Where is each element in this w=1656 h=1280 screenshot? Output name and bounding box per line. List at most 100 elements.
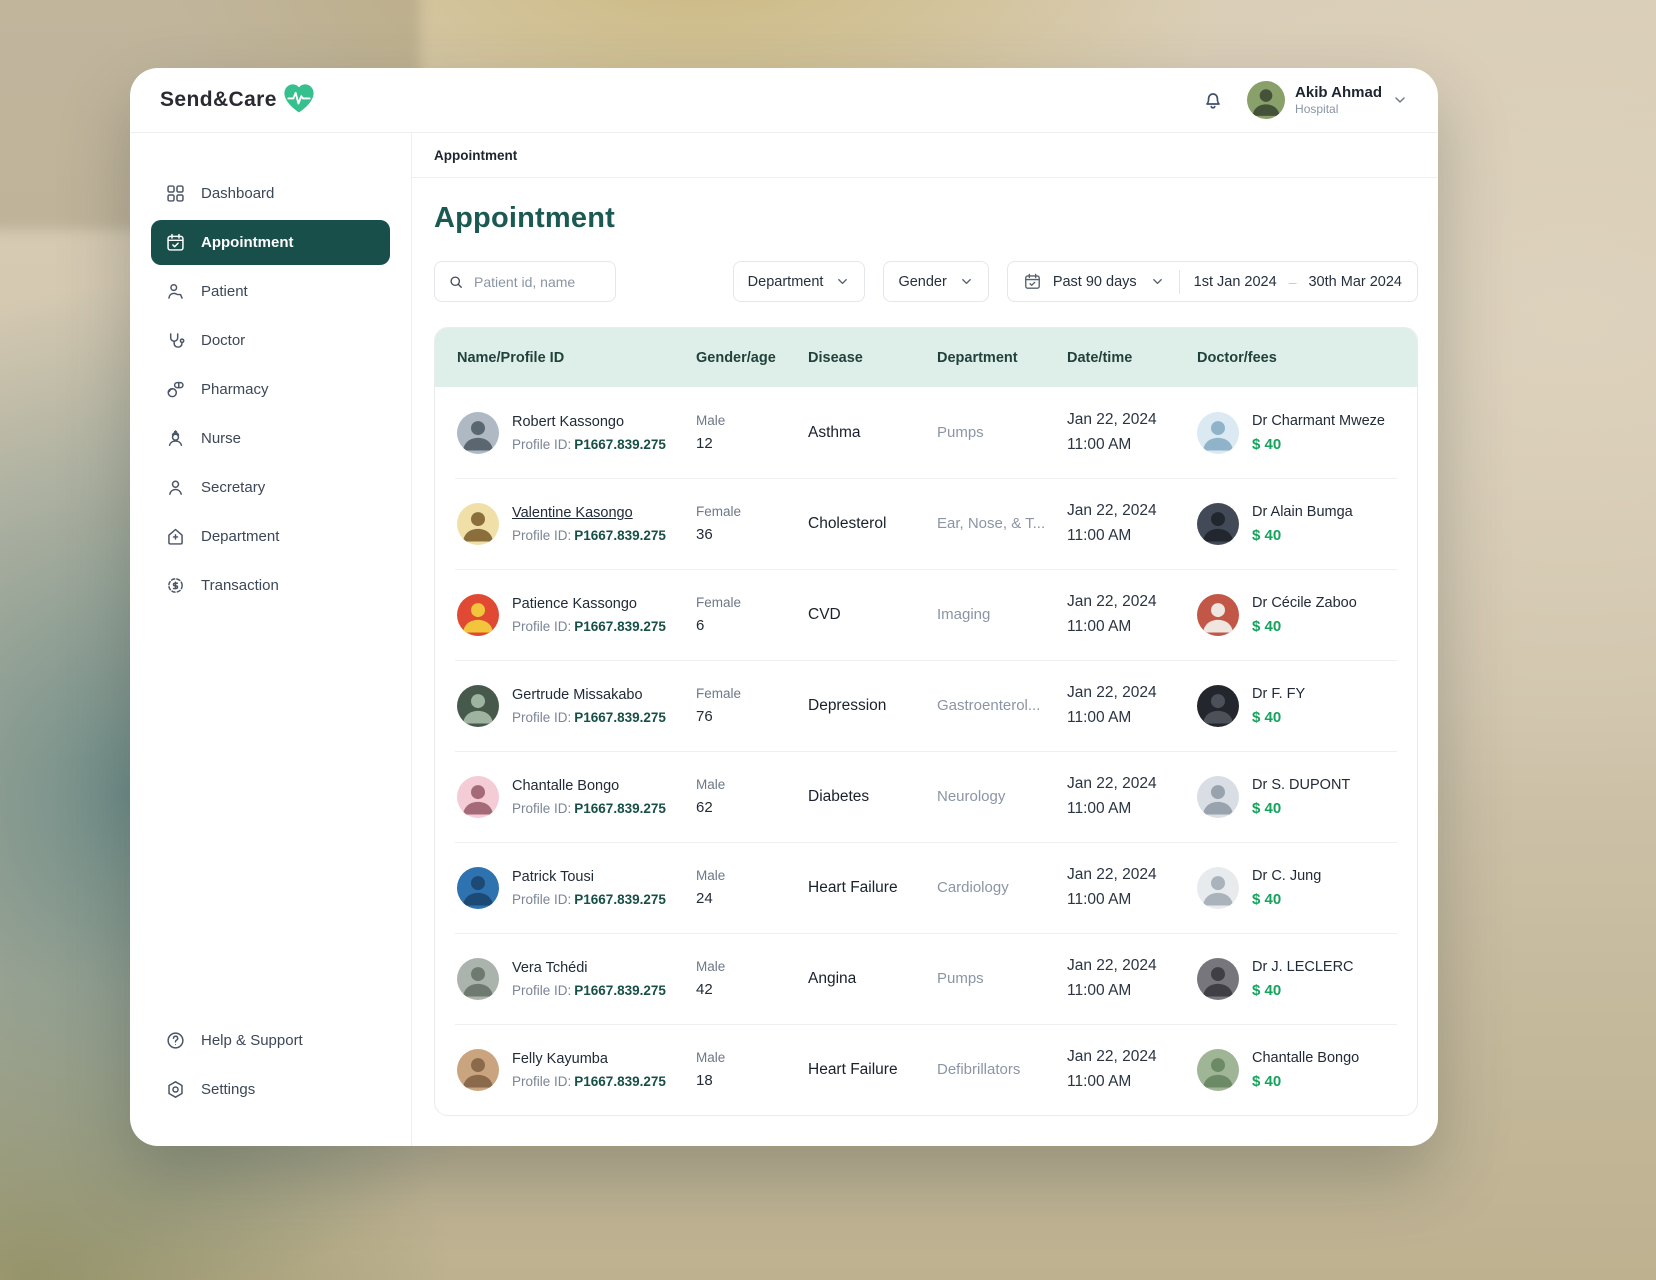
age: 36 [696,526,713,543]
doctor-cell: Dr Charmant Mweze $ 40 [1197,411,1395,454]
patient-name[interactable]: Felly Kayumba [512,1050,666,1069]
sidebar-item-transaction[interactable]: Transaction [151,563,390,608]
page-title: Appointment [434,202,616,234]
datetime-cell: Jan 22, 2024 11:00 AM [1067,957,1197,1000]
doctor-name: Dr Cécile Zaboo [1252,595,1357,612]
table-row[interactable]: Patrick Tousi Profile ID: P1667.839.275 M… [435,842,1417,933]
time: 11:00 AM [1067,982,1132,999]
gender-age-cell: Male 24 [696,868,808,907]
patient-name[interactable]: Patience Kassongo [512,595,666,614]
profile-id: Profile ID: P1667.839.275 [512,436,666,452]
doctor-cell: Dr F. FY $ 40 [1197,684,1395,727]
gender-age-cell: Female 6 [696,595,808,634]
heart-pulse-icon [284,84,314,113]
date: Jan 22, 2024 [1067,775,1157,792]
table-row[interactable]: Patience Kassongo Profile ID: P1667.839.2… [435,569,1417,660]
notification-bell-icon[interactable] [1201,88,1225,112]
building-icon [165,526,186,547]
nurse-icon [165,428,186,449]
chevron-down-icon [961,279,971,284]
disease: Depression [808,696,887,714]
sidebar-item-dashboard[interactable]: Dashboard [151,171,390,216]
search-input[interactable] [474,273,603,290]
date-preset-label: Past 90 days [1052,273,1137,290]
patient-avatar [457,1048,499,1091]
sidebar-item-label: Pharmacy [201,381,269,398]
table-row[interactable]: Gertrude Missakabo Profile ID: P1667.839.… [435,660,1417,751]
sidebar-item-help[interactable]: Help & Support [151,1018,390,1063]
gender-dropdown[interactable]: Gender [883,261,989,302]
patient-name[interactable]: Patrick Tousi [512,868,666,887]
sidebar-item-department[interactable]: Department [151,514,390,559]
doctor-fee: $ 40 [1252,1072,1282,1090]
sidebar-item-pharmacy[interactable]: Pharmacy [151,367,390,412]
user-menu[interactable]: Akib Ahmad Hospital [1247,81,1408,119]
date-separator: – [1288,273,1297,290]
column-header: Date/time [1067,349,1133,366]
gender-age-cell: Female 36 [696,504,808,543]
sidebar-item-appointment[interactable]: Appointment [151,220,390,265]
patient-avatar [457,775,499,818]
department-dropdown[interactable]: Department [732,261,866,302]
brand-logo: Send&Care [160,83,317,117]
sidebar-item-settings[interactable]: Settings [151,1067,390,1112]
time: 11:00 AM [1067,527,1132,544]
sidebar-item-label: Transaction [201,577,279,594]
age: 18 [696,1072,713,1089]
patient-name[interactable]: Chantalle Bongo [512,777,666,796]
sidebar-item-doctor[interactable]: Doctor [151,318,390,363]
date-range-filter[interactable]: Past 90 days 1st Jan 2024 – 30th Mar 202… [1006,261,1418,302]
sidebar-item-label: Appointment [201,234,294,251]
table-row[interactable]: Valentine Kasongo Profile ID: P1667.839.2… [435,478,1417,569]
sidebar-item-patient[interactable]: Patient [151,269,390,314]
doctor-avatar [1197,411,1239,454]
profile-id: Profile ID: P1667.839.275 [512,1073,666,1089]
disease: CVD [808,605,841,623]
date-to: 30th Mar 2024 [1308,273,1402,290]
disease: Heart Failure [808,878,898,896]
doctor-avatar [1197,775,1239,818]
profile-id: Profile ID: P1667.839.275 [512,800,666,816]
patient-name[interactable]: Valentine Kasongo [512,504,666,523]
settings-icon [165,1079,186,1100]
doctor-cell: Dr S. DUPONT $ 40 [1197,775,1395,818]
patient-name[interactable]: Gertrude Missakabo [512,686,666,705]
doctor-cell: Dr J. LECLERC $ 40 [1197,957,1395,1000]
age: 76 [696,708,713,725]
table-row[interactable]: Felly Kayumba Profile ID: P1667.839.275 M… [435,1024,1417,1115]
patient-name[interactable]: Vera Tchédi [512,959,666,978]
patient-name[interactable]: Robert Kassongo [512,413,666,432]
sidebar-item-secretary[interactable]: Secretary [151,465,390,510]
disease: Heart Failure [808,1060,898,1078]
disease: Diabetes [808,787,870,805]
patient-cell: Robert Kassongo Profile ID: P1667.839.275 [457,411,696,454]
chevron-down-icon [838,279,848,284]
time: 11:00 AM [1067,891,1132,908]
table-row[interactable]: Robert Kassongo Profile ID: P1667.839.275… [435,387,1417,478]
time: 11:00 AM [1067,800,1132,817]
patient-avatar [457,866,499,909]
breadcrumb[interactable]: Appointment [434,148,517,163]
datetime-cell: Jan 22, 2024 11:00 AM [1067,1048,1197,1091]
pills-icon [165,379,186,400]
department: Imaging [937,606,991,623]
datetime-cell: Jan 22, 2024 11:00 AM [1067,684,1197,727]
user-name: Akib Ahmad [1295,83,1382,101]
patient-avatar [457,502,499,545]
age: 24 [696,890,713,907]
profile-id: Profile ID: P1667.839.275 [512,891,666,907]
patient-cell: Patrick Tousi Profile ID: P1667.839.275 [457,866,696,909]
sidebar-item-label: Patient [201,283,248,300]
sidebar-item-nurse[interactable]: Nurse [151,416,390,461]
age: 6 [696,617,705,634]
coin-icon [165,575,186,596]
content: Appointment Department Gender [412,178,1438,1146]
table-row[interactable]: Chantalle Bongo Profile ID: P1667.839.275… [435,751,1417,842]
age: 62 [696,799,713,816]
sidebar-item-label: Secretary [201,479,266,496]
department: Cardiology [937,879,1009,896]
date: Jan 22, 2024 [1067,411,1157,428]
doctor-cell: Chantalle Bongo $ 40 [1197,1048,1395,1091]
patient-avatar [457,684,499,727]
table-row[interactable]: Vera Tchédi Profile ID: P1667.839.275 Mal… [435,933,1417,1024]
